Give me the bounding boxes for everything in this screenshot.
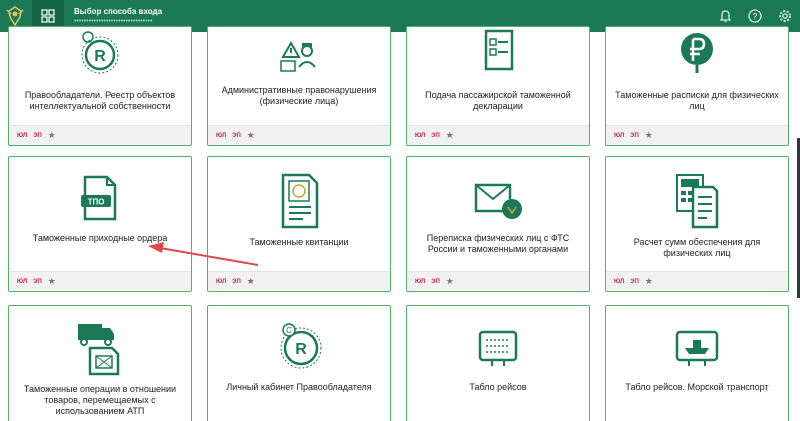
favorite-star-icon[interactable]: ★: [48, 277, 56, 286]
tag-ep: ЭП: [232, 278, 241, 285]
card-ip-registry[interactable]: R Правообладатели. Реестр объектов интел…: [8, 26, 192, 146]
card-label: Табло рейсов. Морской транспорт: [625, 382, 769, 392]
declaration-form-icon: [484, 29, 514, 71]
card-label: Расчет сумм обеспечения для физических л…: [633, 237, 761, 258]
svg-text:?: ?: [753, 12, 758, 21]
flight-board-icon: [478, 330, 518, 366]
svg-text:ТПО: ТПО: [88, 198, 105, 207]
calculator-document-icon: [676, 174, 719, 229]
card-label: Личный кабинет Правообладателя: [226, 382, 372, 392]
card-sea-board[interactable]: Табло рейсов. Морской транспорт: [605, 305, 789, 421]
tpo-document-icon: ТПО: [81, 175, 117, 221]
card-tpo[interactable]: ТПО Таможенные приходные ордера ЮЛ ЭП ★: [8, 156, 192, 292]
tag-ul: ЮЛ: [17, 132, 28, 139]
ship-board-icon: [675, 330, 719, 366]
page-title: Выбор способа входа: [74, 6, 163, 16]
officer-warning-icon: [280, 40, 316, 72]
favorite-star-icon[interactable]: ★: [446, 277, 454, 286]
svg-text:R: R: [295, 341, 307, 358]
card-footer: ЮЛ ЭП ★: [606, 125, 788, 145]
truck-document-icon: [78, 324, 120, 376]
tag-ul: ЮЛ: [415, 278, 426, 285]
favorite-star-icon[interactable]: ★: [645, 131, 653, 140]
envelope-emblem-icon: [474, 183, 522, 219]
tag-ep: ЭП: [431, 132, 440, 139]
card-label: Таможенные приходные ордера: [32, 233, 168, 243]
card-footer: ЮЛ ЭП ★: [208, 271, 390, 291]
card-atp-operations[interactable]: Таможенные операции в отношении товаров,…: [8, 305, 192, 421]
tag-ul: ЮЛ: [614, 278, 625, 285]
card-admin-offenses[interactable]: Административные правонарушения (физичес…: [207, 26, 391, 146]
card-flight-board[interactable]: Табло рейсов: [406, 305, 590, 421]
card-footer: ЮЛ ЭП ★: [407, 271, 589, 291]
tag-ep: ЭП: [33, 132, 42, 139]
user-info: ••••••••••••••••••••••••••••••••: [74, 17, 153, 25]
tag-ul: ЮЛ: [415, 132, 426, 139]
card-footer: ЮЛ ЭП ★: [9, 271, 191, 291]
card-label: Таможенные квитанции: [249, 237, 349, 247]
favorite-star-icon[interactable]: ★: [48, 131, 56, 140]
favorite-star-icon[interactable]: ★: [247, 277, 255, 286]
card-label: Правообладатели. Реестр объектов интелле…: [24, 90, 176, 111]
card-customs-receipts-kvit[interactable]: Таможенные квитанции ЮЛ ЭП ★: [207, 156, 391, 292]
card-label: Подача пассажирской таможенной деклараци…: [425, 90, 571, 111]
card-security-calc[interactable]: Расчет сумм обеспечения для физических л…: [605, 156, 789, 292]
card-label: Таможенные расписки для физических лиц: [615, 90, 779, 111]
copyright-registered-icon: R C: [280, 323, 322, 369]
tag-ul: ЮЛ: [216, 278, 227, 285]
tag-ep: ЭП: [630, 278, 639, 285]
tag-ul: ЮЛ: [17, 278, 28, 285]
ruble-icon: [681, 33, 713, 73]
card-label: Табло рейсов: [469, 382, 527, 392]
card-footer: ЮЛ ЭП ★: [606, 271, 788, 291]
tag-ul: ЮЛ: [614, 132, 625, 139]
favorite-star-icon[interactable]: ★: [446, 131, 454, 140]
card-label: Таможенные операции в отношении товаров,…: [23, 384, 177, 416]
card-label: Административные правонарушения (физичес…: [221, 85, 377, 106]
tag-ep: ЭП: [630, 132, 639, 139]
svg-text:C: C: [286, 326, 292, 335]
card-correspondence[interactable]: Переписка физических лиц с ФТС России и …: [406, 156, 590, 292]
favorite-star-icon[interactable]: ★: [247, 131, 255, 140]
card-footer: ЮЛ ЭП ★: [9, 125, 191, 145]
card-passenger-declaration[interactable]: Подача пассажирской таможенной деклараци…: [406, 26, 590, 146]
card-customs-receipts[interactable]: Таможенные расписки для физических лиц Ю…: [605, 26, 789, 146]
customs-receipt-icon: [281, 173, 319, 229]
card-footer: ЮЛ ЭП ★: [407, 125, 589, 145]
card-label: Переписка физических лиц с ФТС России и …: [426, 233, 570, 254]
card-footer: ЮЛ ЭП ★: [208, 125, 390, 145]
eagle-emblem-icon: [6, 6, 24, 27]
tag-ep: ЭП: [232, 132, 241, 139]
tag-ep: ЭП: [431, 278, 440, 285]
card-rightholder-cabinet[interactable]: R C Личный кабинет Правообладателя: [207, 305, 391, 421]
favorite-star-icon[interactable]: ★: [645, 277, 653, 286]
tag-ep: ЭП: [33, 278, 42, 285]
grid-icon: [41, 9, 55, 23]
svg-text:R: R: [94, 48, 106, 65]
registered-icon: R: [81, 31, 119, 74]
tag-ul: ЮЛ: [216, 132, 227, 139]
